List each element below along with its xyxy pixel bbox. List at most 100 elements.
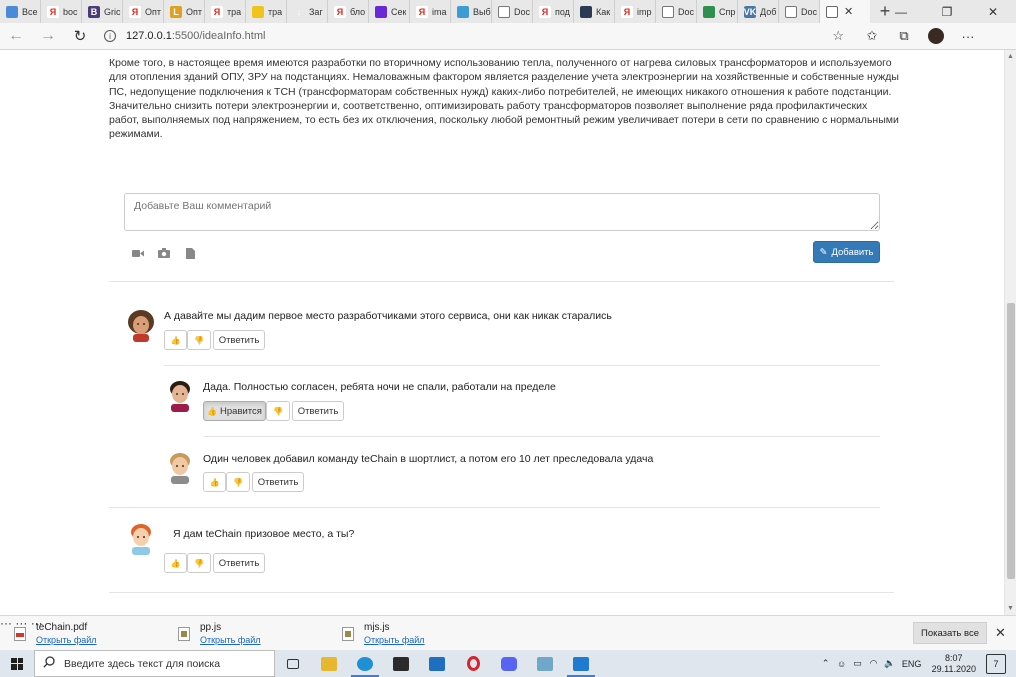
download-item[interactable]: mjs.js Открыть файл (342, 616, 425, 651)
discord-icon[interactable] (491, 650, 527, 677)
open-file-link[interactable]: Открыть файл (36, 635, 97, 645)
browser-tab[interactable]: Сек (369, 0, 410, 23)
comment-input[interactable] (124, 193, 880, 231)
browser-tab[interactable]: Doc (492, 0, 533, 23)
browser-tab[interactable]: ↓ Заг (287, 0, 328, 23)
edge-browser-icon[interactable] (347, 650, 383, 677)
open-file-link[interactable]: Открыть файл (200, 635, 261, 645)
reply-button[interactable]: Ответить (252, 472, 304, 492)
tab-favicon-icon: Я (129, 5, 141, 18)
clock-date: 29.11.2020 (931, 663, 976, 674)
tab-title: imp (637, 6, 652, 17)
download-item[interactable]: teChain.pdf Открыть файл (14, 616, 97, 651)
minimize-icon[interactable]: — (878, 0, 924, 23)
tab-active[interactable]: ✕ (820, 0, 870, 23)
store-icon[interactable] (383, 650, 419, 677)
close-tab-icon[interactable]: ✕ (844, 5, 853, 18)
dislike-button[interactable]: 👎 (266, 401, 290, 421)
pencil-icon: ✎ (819, 246, 828, 258)
page-scrollbar[interactable]: ▲ ▼ (1004, 50, 1016, 615)
collections-icon[interactable]: ⧉ (888, 23, 920, 50)
battery-icon[interactable]: ▭ (850, 658, 866, 669)
browser-tab[interactable]: Яboc (41, 0, 82, 23)
browser-tab[interactable]: Как (574, 0, 615, 23)
thumbs-up-icon: 👍 (209, 477, 220, 487)
browser-tab[interactable]: Яimp (615, 0, 656, 23)
restore-icon[interactable]: ❐ (924, 0, 970, 23)
language-indicator[interactable]: ENG (898, 659, 926, 669)
file-icon[interactable] (183, 247, 197, 259)
scroll-down-icon[interactable]: ▼ (1007, 605, 1014, 612)
download-more-icon[interactable]: ··· (0, 616, 12, 630)
scrollbar-thumb[interactable] (1007, 303, 1015, 579)
browser-tab[interactable]: Doc (779, 0, 820, 23)
dislike-button[interactable]: 👎 (226, 472, 250, 492)
browser-tab[interactable]: VK Доб (738, 0, 779, 23)
open-file-link[interactable]: Открыть файл (364, 635, 425, 645)
idea-description: Кроме того, в настоящее время имеются ра… (109, 57, 899, 141)
browser-tab[interactable]: Яima (410, 0, 451, 23)
add-comment-button[interactable]: ✎ Добавить (813, 241, 880, 263)
vscode-icon[interactable] (563, 650, 599, 677)
browser-tab[interactable]: Ятра (205, 0, 246, 23)
download-item[interactable]: pp.js Открыть файл (178, 616, 261, 651)
favorites-icon[interactable]: ✩ (856, 23, 888, 50)
taskbar-search[interactable]: Введите здесь текст для поиска (34, 650, 275, 677)
app-icon[interactable] (527, 650, 563, 677)
browser-tab[interactable]: Спр (697, 0, 738, 23)
like-button[interactable]: 👍 Нравится (203, 401, 266, 421)
reply-button[interactable]: Ответить (213, 330, 265, 350)
browser-tab[interactable]: B Gric (82, 0, 123, 23)
document-icon (826, 5, 838, 18)
browser-tab[interactable]: Япод (533, 0, 574, 23)
browser-tab[interactable]: тра (246, 0, 287, 23)
scroll-up-icon[interactable]: ▲ (1007, 53, 1014, 60)
url-field[interactable]: i 127.0.0.1:5500/ideaInfo.html ☆ (96, 25, 856, 47)
back-icon[interactable]: ← (0, 23, 32, 50)
browser-tab[interactable]: Ябло (328, 0, 369, 23)
forward-icon[interactable]: → (32, 23, 64, 50)
like-button[interactable]: 👍 (164, 330, 187, 350)
tab-title: Doc (514, 6, 531, 17)
dislike-button[interactable]: 👎 (187, 553, 211, 573)
tab-strip: Все Яboc B Gric Я Опт L Опт Ятра тра ↓ Заг Ябло Сек Яi… (0, 0, 1016, 23)
tab-favicon-icon (252, 5, 264, 18)
camera-icon[interactable] (157, 247, 171, 259)
opera-icon[interactable] (455, 650, 491, 677)
close-window-icon[interactable]: ✕ (970, 0, 1016, 23)
dislike-button[interactable]: 👎 (187, 330, 211, 350)
window-controls: — ❐ ✕ (878, 0, 1016, 23)
video-camera-icon[interactable] (131, 247, 145, 259)
thumbs-up-icon: 👍 (170, 335, 181, 345)
browser-tab[interactable]: Doc (656, 0, 697, 23)
people-icon[interactable]: ☺ (834, 659, 850, 669)
volume-icon[interactable]: 🔈 (882, 658, 898, 669)
favorite-star-icon[interactable]: ☆ (832, 28, 844, 44)
tab-favicon-icon (580, 5, 592, 18)
divider (109, 281, 894, 282)
reply-button[interactable]: Ответить (292, 401, 344, 421)
browser-tab[interactable]: Я Опт (123, 0, 164, 23)
browser-tab[interactable]: Все (0, 0, 41, 23)
divider (164, 365, 880, 366)
task-view-icon[interactable] (275, 650, 311, 677)
reload-icon[interactable]: ↻ (64, 23, 96, 50)
browser-tab[interactable]: Выб (451, 0, 492, 23)
menu-icon[interactable]: ··· (952, 23, 984, 50)
close-downloads-icon[interactable]: ✕ (995, 625, 1006, 641)
notifications-icon[interactable]: 7 (986, 653, 1006, 674)
like-button[interactable]: 👍 (203, 472, 226, 492)
browser-tab[interactable]: L Опт (164, 0, 205, 23)
network-icon[interactable]: ◠ (866, 658, 882, 669)
start-button[interactable] (0, 650, 34, 677)
downloads-bar: teChain.pdf Открыть файл ··· pp.js Откры… (0, 615, 1016, 650)
chevron-up-icon[interactable]: ⌃ (818, 658, 834, 669)
show-all-downloads-button[interactable]: Показать все (913, 622, 987, 644)
profile-avatar[interactable] (920, 23, 952, 50)
info-icon[interactable]: i (104, 30, 116, 42)
clock[interactable]: 8:07 29.11.2020 (932, 653, 976, 675)
reply-button[interactable]: Ответить (213, 553, 265, 573)
like-button[interactable]: 👍 (164, 553, 187, 573)
file-explorer-icon[interactable] (311, 650, 347, 677)
mail-icon[interactable] (419, 650, 455, 677)
